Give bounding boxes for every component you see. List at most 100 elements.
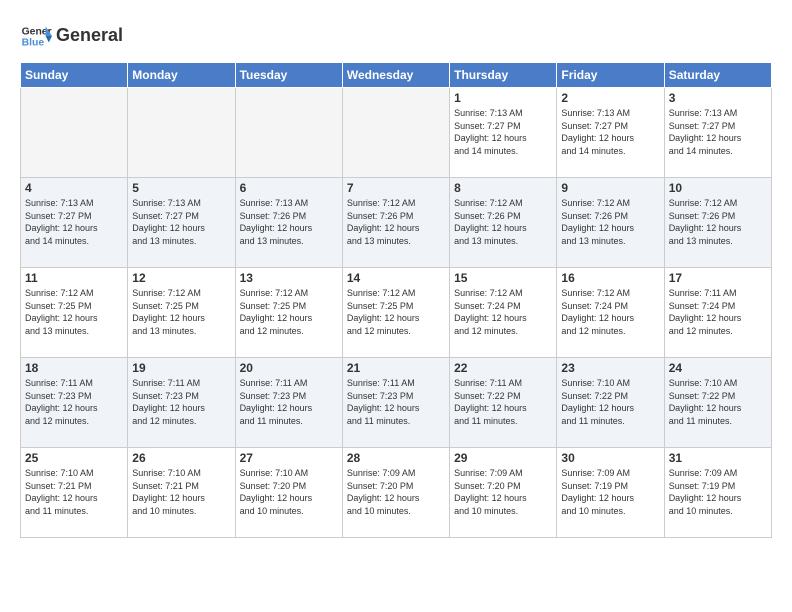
calendar-day-cell: 26 Sunrise: 7:10 AMSunset: 7:21 PMDayligh…: [128, 448, 235, 538]
day-info: Sunrise: 7:10 AMSunset: 7:21 PMDaylight:…: [25, 467, 123, 517]
day-of-week-header: Wednesday: [342, 63, 449, 88]
day-number: 9: [561, 181, 659, 195]
day-info: Sunrise: 7:09 AMSunset: 7:20 PMDaylight:…: [454, 467, 552, 517]
calendar-day-cell: 22 Sunrise: 7:11 AMSunset: 7:22 PMDayligh…: [450, 358, 557, 448]
day-number: 27: [240, 451, 338, 465]
day-number: 23: [561, 361, 659, 375]
day-info: Sunrise: 7:09 AMSunset: 7:19 PMDaylight:…: [669, 467, 767, 517]
calendar-day-cell: 31Sunrise: 7:09 AMSunset: 7:19 PMDayligh…: [664, 448, 771, 538]
day-number: 20: [240, 361, 338, 375]
calendar-day-cell: [128, 88, 235, 178]
day-number: 29: [454, 451, 552, 465]
day-of-week-header: Sunday: [21, 63, 128, 88]
page-header: General Blue General: [20, 20, 772, 52]
calendar-day-cell: 23 Sunrise: 7:10 AMSunset: 7:22 PMDayligh…: [557, 358, 664, 448]
calendar-day-cell: 4 Sunrise: 7:13 AMSunset: 7:27 PMDaylight…: [21, 178, 128, 268]
day-info: Sunrise: 7:13 AMSunset: 7:27 PMDaylight:…: [561, 107, 659, 157]
day-info: Sunrise: 7:11 AMSunset: 7:23 PMDaylight:…: [25, 377, 123, 427]
day-info: Sunrise: 7:12 AMSunset: 7:26 PMDaylight:…: [669, 197, 767, 247]
calendar-day-cell: 21Sunrise: 7:11 AMSunset: 7:23 PMDayligh…: [342, 358, 449, 448]
day-number: 26: [132, 451, 230, 465]
day-number: 24: [669, 361, 767, 375]
calendar-day-cell: 28 Sunrise: 7:09 AMSunset: 7:20 PMDayligh…: [342, 448, 449, 538]
day-number: 18: [25, 361, 123, 375]
day-info: Sunrise: 7:10 AMSunset: 7:22 PMDaylight:…: [561, 377, 659, 427]
day-info: Sunrise: 7:10 AMSunset: 7:21 PMDaylight:…: [132, 467, 230, 517]
day-number: 17: [669, 271, 767, 285]
calendar-day-cell: [21, 88, 128, 178]
day-info: Sunrise: 7:13 AMSunset: 7:27 PMDaylight:…: [669, 107, 767, 157]
day-number: 19: [132, 361, 230, 375]
day-number: 13: [240, 271, 338, 285]
day-of-week-header: Tuesday: [235, 63, 342, 88]
calendar-week-row: 1 Sunrise: 7:13 AMSunset: 7:27 PMDaylight…: [21, 88, 772, 178]
day-info: Sunrise: 7:12 AMSunset: 7:26 PMDaylight:…: [347, 197, 445, 247]
calendar-day-cell: 15 Sunrise: 7:12 AMSunset: 7:24 PMDayligh…: [450, 268, 557, 358]
logo-icon: General Blue: [20, 20, 52, 52]
day-info: Sunrise: 7:13 AMSunset: 7:26 PMDaylight:…: [240, 197, 338, 247]
day-info: Sunrise: 7:09 AMSunset: 7:19 PMDaylight:…: [561, 467, 659, 517]
day-of-week-header: Monday: [128, 63, 235, 88]
day-number: 28: [347, 451, 445, 465]
calendar-day-cell: 10Sunrise: 7:12 AMSunset: 7:26 PMDayligh…: [664, 178, 771, 268]
calendar-header-row: SundayMondayTuesdayWednesdayThursdayFrid…: [21, 63, 772, 88]
day-info: Sunrise: 7:11 AMSunset: 7:23 PMDaylight:…: [132, 377, 230, 427]
calendar-day-cell: 18 Sunrise: 7:11 AMSunset: 7:23 PMDayligh…: [21, 358, 128, 448]
day-number: 8: [454, 181, 552, 195]
svg-text:Blue: Blue: [22, 38, 45, 49]
calendar-day-cell: 19 Sunrise: 7:11 AMSunset: 7:23 PMDayligh…: [128, 358, 235, 448]
day-info: Sunrise: 7:12 AMSunset: 7:25 PMDaylight:…: [240, 287, 338, 337]
day-info: Sunrise: 7:09 AMSunset: 7:20 PMDaylight:…: [347, 467, 445, 517]
day-info: Sunrise: 7:12 AMSunset: 7:25 PMDaylight:…: [25, 287, 123, 337]
calendar-day-cell: 16 Sunrise: 7:12 AMSunset: 7:24 PMDayligh…: [557, 268, 664, 358]
day-number: 14: [347, 271, 445, 285]
day-number: 7: [347, 181, 445, 195]
day-info: Sunrise: 7:12 AMSunset: 7:24 PMDaylight:…: [454, 287, 552, 337]
day-info: Sunrise: 7:13 AMSunset: 7:27 PMDaylight:…: [454, 107, 552, 157]
day-info: Sunrise: 7:11 AMSunset: 7:23 PMDaylight:…: [347, 377, 445, 427]
calendar-day-cell: 27Sunrise: 7:10 AMSunset: 7:20 PMDayligh…: [235, 448, 342, 538]
day-info: Sunrise: 7:12 AMSunset: 7:26 PMDaylight:…: [454, 197, 552, 247]
day-info: Sunrise: 7:11 AMSunset: 7:23 PMDaylight:…: [240, 377, 338, 427]
day-of-week-header: Friday: [557, 63, 664, 88]
calendar-week-row: 4 Sunrise: 7:13 AMSunset: 7:27 PMDaylight…: [21, 178, 772, 268]
day-number: 22: [454, 361, 552, 375]
day-of-week-header: Thursday: [450, 63, 557, 88]
day-info: Sunrise: 7:11 AMSunset: 7:24 PMDaylight:…: [669, 287, 767, 337]
day-info: Sunrise: 7:10 AMSunset: 7:22 PMDaylight:…: [669, 377, 767, 427]
day-info: Sunrise: 7:11 AMSunset: 7:22 PMDaylight:…: [454, 377, 552, 427]
day-number: 5: [132, 181, 230, 195]
calendar-day-cell: 29 Sunrise: 7:09 AMSunset: 7:20 PMDayligh…: [450, 448, 557, 538]
calendar-day-cell: 1 Sunrise: 7:13 AMSunset: 7:27 PMDaylight…: [450, 88, 557, 178]
calendar-day-cell: 14 Sunrise: 7:12 AMSunset: 7:25 PMDayligh…: [342, 268, 449, 358]
day-number: 15: [454, 271, 552, 285]
day-info: Sunrise: 7:13 AMSunset: 7:27 PMDaylight:…: [25, 197, 123, 247]
calendar-day-cell: 7 Sunrise: 7:12 AMSunset: 7:26 PMDaylight…: [342, 178, 449, 268]
day-number: 3: [669, 91, 767, 105]
calendar-day-cell: 30 Sunrise: 7:09 AMSunset: 7:19 PMDayligh…: [557, 448, 664, 538]
day-number: 11: [25, 271, 123, 285]
day-number: 1: [454, 91, 552, 105]
calendar-day-cell: 25 Sunrise: 7:10 AMSunset: 7:21 PMDayligh…: [21, 448, 128, 538]
day-info: Sunrise: 7:12 AMSunset: 7:25 PMDaylight:…: [347, 287, 445, 337]
calendar-day-cell: 17 Sunrise: 7:11 AMSunset: 7:24 PMDayligh…: [664, 268, 771, 358]
calendar-day-cell: 6Sunrise: 7:13 AMSunset: 7:26 PMDaylight…: [235, 178, 342, 268]
day-number: 2: [561, 91, 659, 105]
calendar-day-cell: 12Sunrise: 7:12 AMSunset: 7:25 PMDayligh…: [128, 268, 235, 358]
calendar-day-cell: 20 Sunrise: 7:11 AMSunset: 7:23 PMDayligh…: [235, 358, 342, 448]
logo: General Blue General: [20, 20, 123, 52]
logo-text: General: [56, 26, 123, 46]
day-info: Sunrise: 7:12 AMSunset: 7:24 PMDaylight:…: [561, 287, 659, 337]
calendar-week-row: 25 Sunrise: 7:10 AMSunset: 7:21 PMDayligh…: [21, 448, 772, 538]
calendar-day-cell: 2 Sunrise: 7:13 AMSunset: 7:27 PMDaylight…: [557, 88, 664, 178]
calendar-week-row: 18 Sunrise: 7:11 AMSunset: 7:23 PMDayligh…: [21, 358, 772, 448]
day-number: 4: [25, 181, 123, 195]
day-info: Sunrise: 7:12 AMSunset: 7:26 PMDaylight:…: [561, 197, 659, 247]
day-number: 16: [561, 271, 659, 285]
day-number: 12: [132, 271, 230, 285]
calendar-day-cell: 13 Sunrise: 7:12 AMSunset: 7:25 PMDayligh…: [235, 268, 342, 358]
day-of-week-header: Saturday: [664, 63, 771, 88]
calendar-day-cell: 9 Sunrise: 7:12 AMSunset: 7:26 PMDaylight…: [557, 178, 664, 268]
day-number: 30: [561, 451, 659, 465]
day-number: 25: [25, 451, 123, 465]
